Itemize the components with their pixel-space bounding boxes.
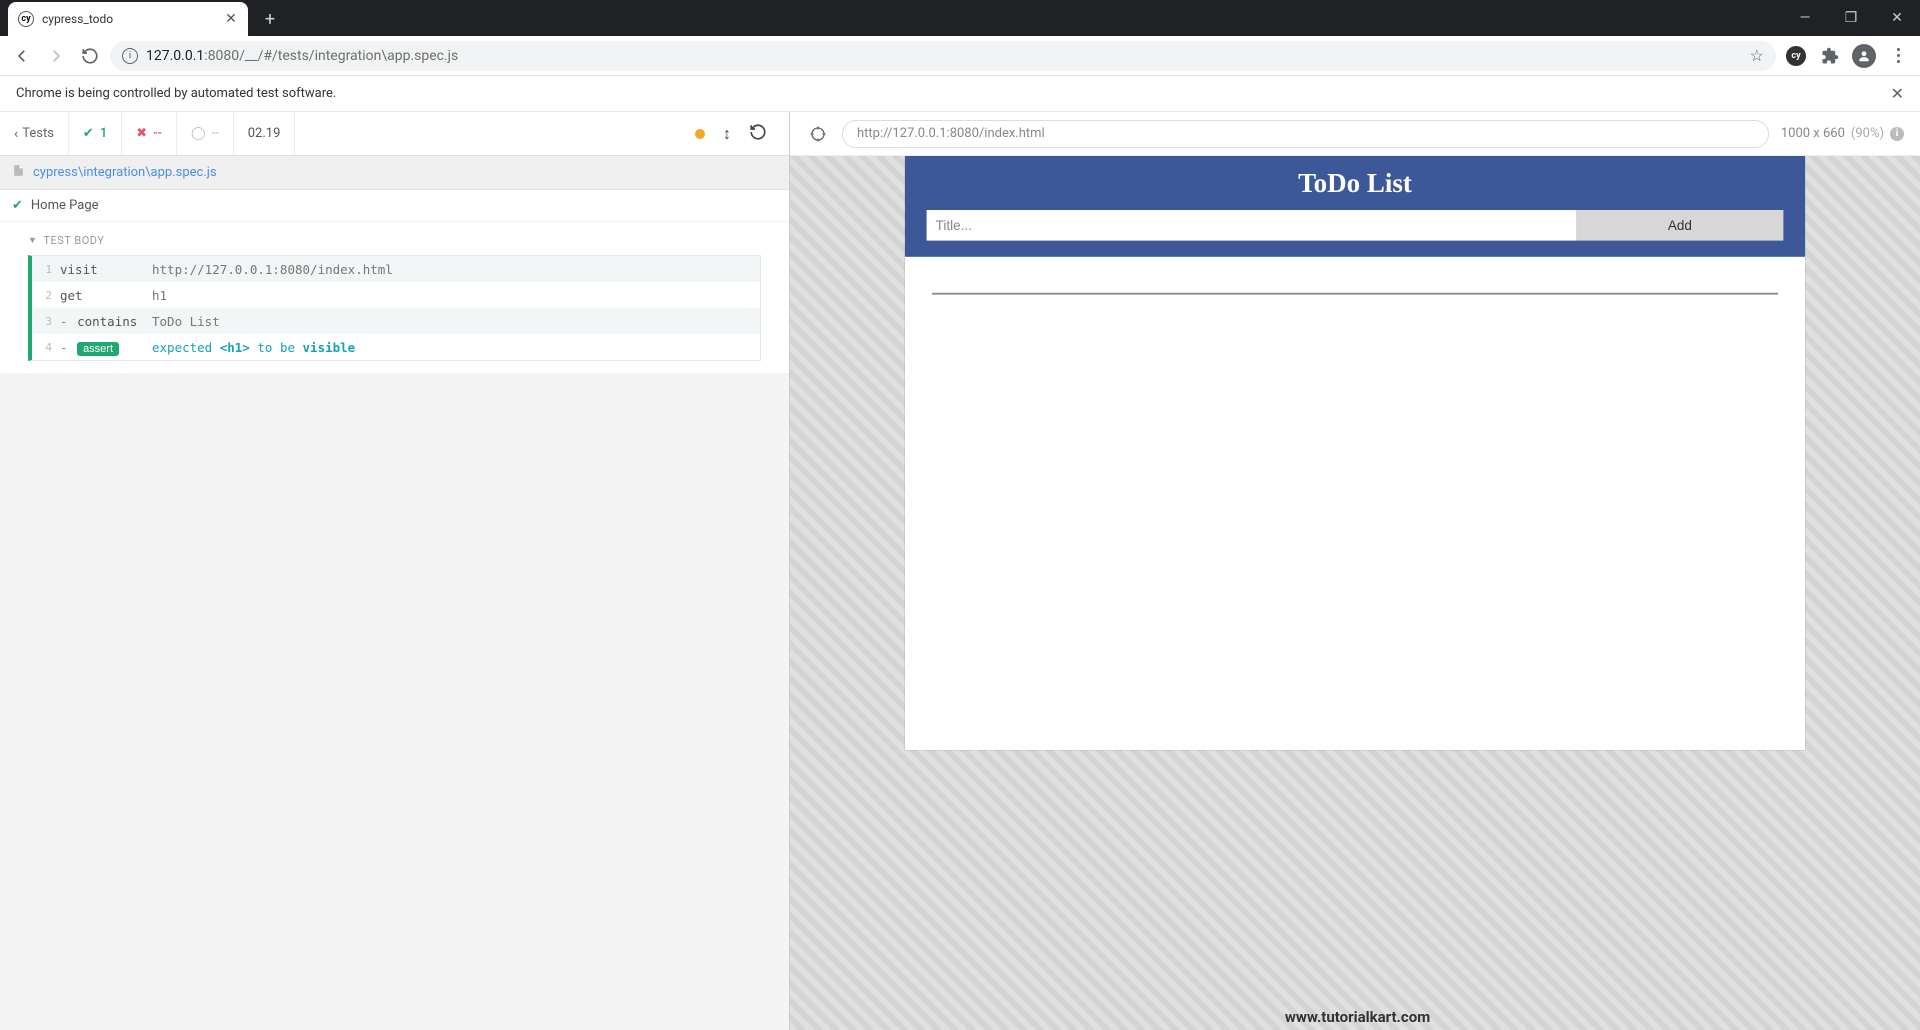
browser-menu-button[interactable] [1884,42,1912,70]
todo-heading: ToDo List [905,169,1805,200]
viewport-info-icon[interactable]: i [1890,127,1904,141]
aut-header: http://127.0.0.1:8080/index.html 1000 x … [790,112,1920,156]
cypress-favicon-icon: cy [18,11,34,27]
pending-count: ◯ -- [177,112,234,155]
command-message: h1 [152,288,760,303]
file-icon [12,163,25,182]
fail-count: ✖ -- [122,112,177,155]
reporter-header: ‹ Tests ✔ 1 ✖ -- ◯ -- 02.19 ↕ [0,112,789,156]
tab-close-icon[interactable]: ✕ [224,12,238,26]
bookmark-star-icon[interactable]: ☆ [1750,46,1764,65]
site-info-icon[interactable]: i [122,48,138,64]
command-name: - assert [60,340,152,355]
cypress-extension-icon[interactable]: cy [1782,42,1810,70]
command-number: 3 [32,315,60,328]
aut-viewport-size: 1000 x 660 (90%) i [1781,126,1904,141]
aut-panel: http://127.0.0.1:8080/index.html 1000 x … [790,112,1920,1030]
spec-file-row[interactable]: cypress\integration\app.spec.js [0,156,789,190]
back-button[interactable] [8,42,36,70]
command-row[interactable]: 4- assertexpected <h1> to be visible [32,334,760,360]
url-text: 127.0.0.1:8080/__/#/tests/integration\ap… [146,48,1742,64]
test-title-row[interactable]: ✔ Home Page [0,190,789,222]
todo-title-input[interactable] [927,210,1577,241]
automation-infobar: Chrome is being controlled by automated … [0,76,1920,112]
maximize-button[interactable]: ❐ [1828,0,1874,36]
address-bar[interactable]: i 127.0.0.1:8080/__/#/tests/integration\… [110,41,1776,71]
selector-playground-button[interactable] [806,122,830,146]
todo-add-button[interactable]: Add [1576,210,1783,241]
infobar-message: Chrome is being controlled by automated … [16,86,1891,101]
status-dot-icon [695,129,705,139]
x-icon: ✖ [136,126,147,141]
pass-count: ✔ 1 [69,112,122,155]
command-number: 4 [32,341,60,354]
todo-form: Add [927,210,1784,241]
close-window-button[interactable]: ✕ [1874,0,1920,36]
minimize-button[interactable]: — [1782,0,1828,36]
forward-button[interactable] [42,42,70,70]
test-body: ▼ TEST BODY 1visithttp://127.0.0.1:8080/… [0,222,789,373]
assert-badge: assert [77,342,119,356]
aut-iframe: ToDo List Add [905,156,1805,750]
command-name: get [60,288,152,303]
todo-header: ToDo List Add [905,156,1805,257]
test-body-label[interactable]: ▼ TEST BODY [28,234,761,247]
test-name: Home Page [31,198,99,213]
command-message: http://127.0.0.1:8080/index.html [152,262,760,277]
spec-file-name: cypress\integration\app.spec.js [33,165,217,180]
command-row[interactable]: 2geth1 [32,282,760,308]
command-row[interactable]: 3- containsToDo List [32,308,760,334]
window-controls: — ❐ ✕ [1782,0,1920,36]
command-log: 1visithttp://127.0.0.1:8080/index.html2g… [28,255,761,361]
circle-icon: ◯ [191,126,206,141]
browser-titlebar: cy cypress_todo ✕ + — ❐ ✕ [0,0,1920,36]
test-duration: 02.19 [234,112,296,155]
tab-title: cypress_todo [42,12,216,26]
check-icon: ✔ [83,126,94,141]
command-message: ToDo List [152,314,760,329]
tests-back-button[interactable]: ‹ Tests [0,112,69,155]
reporter-panel: ‹ Tests ✔ 1 ✖ -- ◯ -- 02.19 ↕ [0,112,790,1030]
profile-avatar[interactable] [1850,42,1878,70]
chevron-left-icon: ‹ [14,126,18,142]
browser-toolbar: i 127.0.0.1:8080/__/#/tests/integration\… [0,36,1920,76]
command-number: 2 [32,289,60,302]
command-message: expected <h1> to be visible [152,340,760,355]
browser-tab[interactable]: cy cypress_todo ✕ [8,2,248,36]
cypress-runner: ‹ Tests ✔ 1 ✖ -- ◯ -- 02.19 ↕ [0,112,1920,1030]
new-tab-button[interactable]: + [256,5,284,33]
infobar-close-icon[interactable]: ✕ [1891,84,1904,103]
viewport-toggle-icon[interactable]: ↕ [723,124,731,144]
todo-divider [932,293,1778,295]
reload-button[interactable] [76,42,104,70]
caret-down-icon: ▼ [28,235,37,246]
command-name: visit [60,262,152,277]
extensions-icon[interactable] [1816,42,1844,70]
watermark: www.tutorialkart.com [795,1008,1920,1026]
todo-body [905,257,1805,331]
rerun-tests-button[interactable] [749,123,767,145]
aut-viewport: ToDo List Add [790,156,1920,1030]
reporter-empty-area [0,373,789,1030]
command-number: 1 [32,263,60,276]
tab-strip: cy cypress_todo ✕ + [0,0,1782,36]
command-row[interactable]: 1visithttp://127.0.0.1:8080/index.html [32,256,760,282]
aut-url-display[interactable]: http://127.0.0.1:8080/index.html [842,120,1769,148]
command-name: - contains [60,314,152,329]
test-block: ✔ Home Page ▼ TEST BODY 1visithttp://127… [0,190,789,373]
check-icon: ✔ [12,198,23,213]
